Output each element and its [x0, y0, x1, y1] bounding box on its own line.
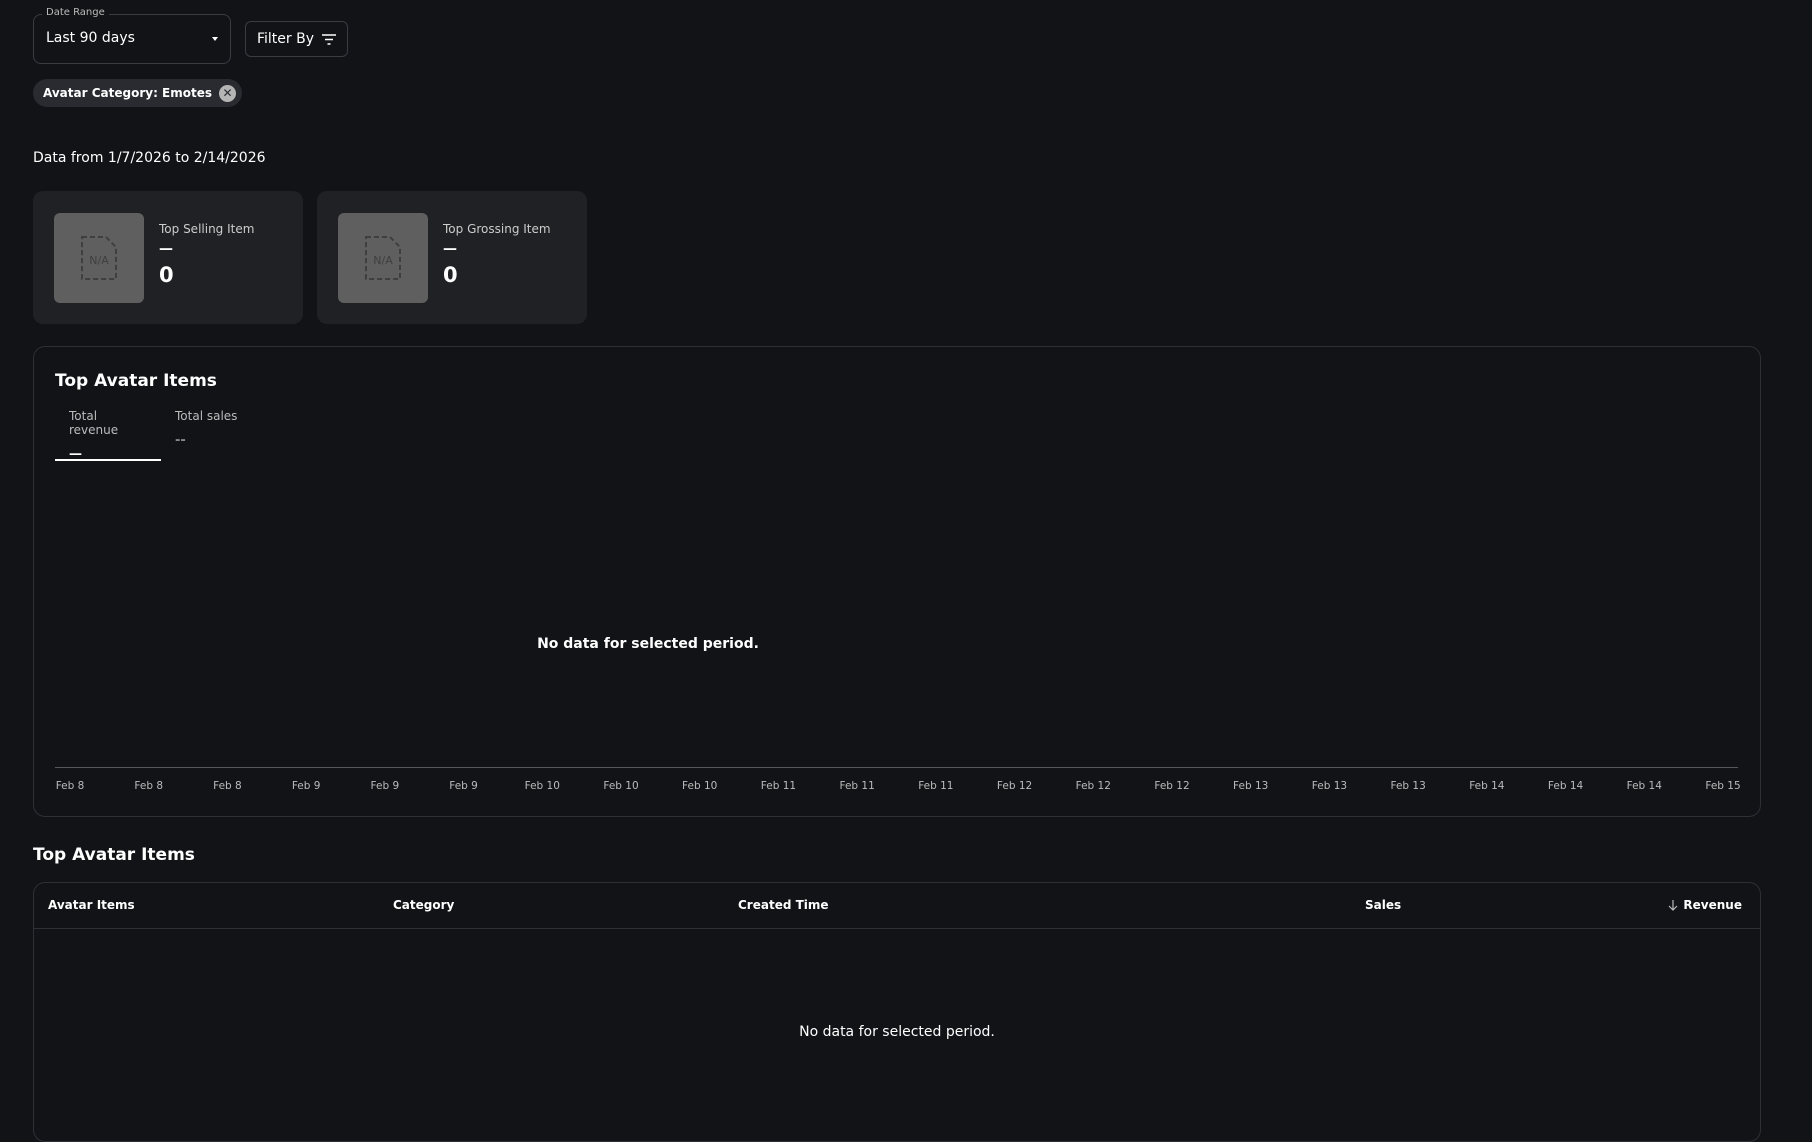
- top-grossing-card: N/A Top Grossing Item — 0: [317, 191, 587, 324]
- x-tick-label: Feb 15: [1705, 780, 1741, 792]
- sort-descending-icon: [1668, 900, 1678, 911]
- item-thumbnail: N/A: [338, 213, 428, 303]
- column-revenue-label: Revenue: [1683, 898, 1742, 912]
- card-value: 0: [443, 263, 458, 287]
- x-tick-label: Feb 14: [1469, 780, 1505, 792]
- x-tick-label: Feb 13: [1233, 780, 1269, 792]
- filter-chip-label: Avatar Category: Emotes: [43, 86, 213, 100]
- top-selling-card: N/A Top Selling Item — 0: [33, 191, 303, 324]
- x-tick-label: Feb 11: [839, 780, 875, 792]
- x-tick-label: Feb 12: [1075, 780, 1111, 792]
- table-section-title: Top Avatar Items: [33, 845, 195, 865]
- x-tick-label: Feb 8: [134, 780, 164, 792]
- x-tick-label: Feb 13: [1390, 780, 1426, 792]
- x-tick-label: Feb 9: [449, 780, 478, 792]
- filter-icon: [322, 33, 336, 45]
- chart-panel: Top Avatar Items Total revenue — Total s…: [33, 346, 1761, 817]
- date-range-text: Data from 1/7/2026 to 2/14/2026: [33, 150, 266, 166]
- card-value: 0: [159, 263, 174, 287]
- table-empty-message: No data for selected period.: [799, 1024, 995, 1040]
- column-avatar-items[interactable]: Avatar Items: [48, 898, 135, 912]
- card-title: Top Selling Item: [159, 222, 255, 236]
- x-tick-label: Feb 14: [1626, 780, 1662, 792]
- caret-down-icon: [212, 37, 218, 41]
- x-tick-label: Feb 9: [370, 780, 400, 792]
- x-tick-label: Feb 8: [213, 780, 242, 792]
- x-tick-label: Feb 11: [760, 780, 797, 792]
- x-tick-label: Feb 12: [1154, 780, 1190, 792]
- x-tick-label: Feb 9: [291, 780, 321, 792]
- card-item-name: —: [159, 241, 173, 257]
- item-thumbnail: N/A: [54, 213, 144, 303]
- x-axis-line: [55, 767, 1738, 768]
- column-revenue[interactable]: Revenue: [1668, 898, 1742, 912]
- filter-by-button[interactable]: Filter By: [245, 21, 348, 57]
- column-category[interactable]: Category: [393, 898, 454, 912]
- chart-empty-message: No data for selected period.: [537, 636, 759, 652]
- missing-file-icon: N/A: [365, 236, 401, 280]
- x-tick-label: Feb 10: [682, 780, 718, 792]
- filter-by-label: Filter By: [256, 31, 314, 47]
- tab-label: Total revenue: [69, 409, 119, 437]
- tab-value: --: [175, 433, 186, 448]
- x-tick-label: Feb 10: [603, 780, 639, 792]
- tab-value: —: [69, 447, 82, 462]
- tab-total-revenue[interactable]: Total revenue —: [55, 409, 161, 462]
- missing-file-icon: N/A: [81, 236, 117, 280]
- filter-chip: Avatar Category: Emotes ✕: [33, 79, 243, 107]
- table-header: Avatar Items Category Created Time Sales…: [34, 883, 1760, 929]
- date-range-label: Date Range: [42, 7, 109, 18]
- x-tick-label: Feb 10: [524, 780, 560, 792]
- column-sales[interactable]: Sales: [1365, 898, 1401, 912]
- avatar-items-table: Avatar Items Category Created Time Sales…: [33, 882, 1761, 1142]
- tab-total-sales[interactable]: Total sales --: [161, 409, 251, 461]
- x-tick-label: Feb 14: [1547, 780, 1584, 792]
- svg-text:N/A: N/A: [89, 254, 109, 267]
- x-tick-label: Feb 11: [918, 780, 954, 792]
- svg-text:N/A: N/A: [373, 254, 393, 267]
- card-item-name: —: [443, 241, 457, 257]
- remove-filter-icon[interactable]: ✕: [219, 84, 237, 102]
- date-range-select[interactable]: Date Range Last 90 days: [33, 7, 231, 64]
- x-tick-label: Feb 13: [1311, 780, 1348, 792]
- x-tick-label: Feb 8: [55, 780, 85, 792]
- chart-title: Top Avatar Items: [55, 371, 217, 391]
- card-title: Top Grossing Item: [443, 222, 551, 236]
- date-range-value: Last 90 days: [46, 30, 135, 46]
- tab-label: Total sales: [175, 409, 238, 423]
- column-created-time[interactable]: Created Time: [738, 898, 829, 912]
- x-tick-label: Feb 12: [996, 780, 1033, 792]
